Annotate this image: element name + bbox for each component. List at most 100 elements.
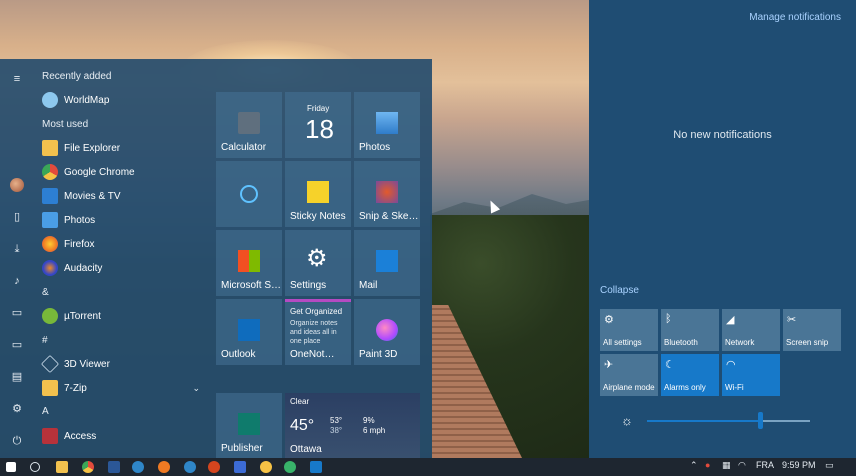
- tile-mail[interactable]: Mail: [354, 230, 420, 296]
- cortana-icon: [240, 185, 258, 203]
- tray-wifi-icon[interactable]: ◠: [738, 460, 746, 471]
- section-recently-added: Recently added: [42, 71, 112, 82]
- notification-center-icon[interactable]: ▭: [825, 460, 834, 471]
- firefox-taskbar-icon[interactable]: [158, 461, 170, 473]
- action-center-app-taskbar-icon[interactable]: [310, 461, 322, 473]
- word-taskbar-icon[interactable]: [108, 461, 120, 473]
- start-rail: ≡ ▯ ⤓ ♪ ▭ ▭ ▤ ⚙ ⏻: [0, 59, 34, 458]
- app-list: Recently added WorldMap Most used File E…: [34, 59, 210, 458]
- firefox-icon: [42, 236, 58, 252]
- user-avatar[interactable]: [10, 178, 24, 192]
- taskbar: ⌃ ● ▦ ◠ FRA 9:59 PM ▭: [0, 458, 856, 476]
- section-a[interactable]: A: [42, 406, 49, 417]
- chrome-icon: [42, 164, 58, 180]
- qa-label: Network: [725, 338, 755, 347]
- edge-dev-taskbar-icon[interactable]: [284, 461, 296, 473]
- qa-label: Bluetooth: [664, 338, 698, 347]
- tile-label: Calculator: [221, 142, 267, 153]
- search-icon[interactable]: [30, 462, 40, 472]
- clock[interactable]: 9:59 PM: [782, 460, 816, 470]
- tile-label: OneNot…: [290, 349, 335, 360]
- app-firefox[interactable]: Firefox: [42, 234, 95, 254]
- qa-label: Wi-Fi: [725, 383, 744, 392]
- tile-microsoft-store[interactable]: Microsoft S…: [216, 230, 282, 296]
- tile-onenote[interactable]: Get Organized Organize notes and ideas a…: [285, 299, 351, 365]
- videos-icon[interactable]: ▭: [9, 337, 25, 353]
- tray-app-icon[interactable]: ●: [705, 460, 710, 470]
- calendar-day: Friday: [307, 104, 330, 113]
- bluetooth-icon: ᛒ: [665, 313, 672, 325]
- qa-bluetooth[interactable]: ᛒ Bluetooth: [661, 309, 719, 351]
- snip-icon: ✂: [787, 314, 797, 326]
- tile-label: Paint 3D: [359, 349, 398, 360]
- power-icon[interactable]: ⏻: [9, 433, 25, 449]
- app-label: 3D Viewer: [64, 358, 110, 370]
- qa-label: Screen snip: [786, 338, 829, 347]
- canary-taskbar-icon[interactable]: [260, 461, 272, 473]
- tile-outlook[interactable]: Outlook: [216, 299, 282, 365]
- gear-icon: ⚙: [306, 245, 328, 272]
- app-utorrent[interactable]: µTorrent: [42, 306, 101, 326]
- weather-low: 38°: [330, 426, 343, 435]
- qa-all-settings[interactable]: ⚙ All settings: [600, 309, 658, 351]
- app-movies-tv[interactable]: Movies & TV: [42, 186, 121, 206]
- app-audacity[interactable]: Audacity: [42, 258, 102, 278]
- network-folder-icon[interactable]: ▤: [9, 369, 25, 385]
- music-icon[interactable]: ♪: [9, 273, 25, 289]
- hamburger-icon[interactable]: ≡: [9, 71, 25, 87]
- tile-settings[interactable]: ⚙ Settings: [285, 230, 351, 296]
- tile-photos[interactable]: Photos: [354, 92, 420, 158]
- app-worldmap[interactable]: WorldMap: [42, 90, 109, 110]
- brave-taskbar-icon[interactable]: [208, 461, 220, 473]
- audacity-icon: [42, 260, 58, 276]
- brightness-thumb[interactable]: [758, 412, 763, 429]
- chevron-down-icon[interactable]: ⌄: [192, 383, 200, 394]
- weather-city: Ottawa: [290, 444, 322, 455]
- downloads-icon[interactable]: ⤓: [9, 241, 25, 257]
- app-file-explorer[interactable]: File Explorer: [42, 138, 120, 158]
- settings-gear-icon[interactable]: ⚙: [9, 401, 25, 417]
- qa-airplane-mode[interactable]: ✈ Airplane mode: [600, 354, 658, 396]
- tile-paint-3d[interactable]: Paint 3D: [354, 299, 420, 365]
- tile-weather[interactable]: Clear 45° 53° 38° 9% 6 mph Ottawa: [285, 393, 420, 459]
- tile-label: Outlook: [221, 349, 256, 360]
- section-amp[interactable]: &: [42, 287, 49, 298]
- app-3d-viewer[interactable]: 3D Viewer: [40, 354, 110, 374]
- edge-taskbar-icon[interactable]: [132, 461, 144, 473]
- tile-calculator[interactable]: Calculator: [216, 92, 282, 158]
- collapse-link[interactable]: Collapse: [600, 285, 639, 296]
- section-hash[interactable]: #: [42, 335, 48, 346]
- manage-notifications-link[interactable]: Manage notifications: [749, 12, 841, 23]
- app-7zip[interactable]: 7-Zip: [42, 378, 202, 398]
- tile-calendar[interactable]: Friday 18: [285, 92, 351, 158]
- windows-start-icon[interactable]: [6, 462, 16, 472]
- documents-icon[interactable]: ▯: [9, 209, 25, 225]
- tray-network-icon[interactable]: ▦: [722, 460, 731, 471]
- section-most-used: Most used: [42, 119, 89, 130]
- tile-cortana[interactable]: [216, 161, 282, 227]
- qa-network[interactable]: ◢ Network: [722, 309, 780, 351]
- tile-sticky-notes[interactable]: Sticky Notes: [285, 161, 351, 227]
- tile-label: Settings: [290, 280, 327, 291]
- edge-beta-taskbar-icon[interactable]: [184, 461, 196, 473]
- app-photos[interactable]: Photos: [42, 210, 95, 230]
- tile-publisher[interactable]: Publisher: [216, 393, 282, 459]
- app-google-chrome[interactable]: Google Chrome: [42, 162, 135, 182]
- language-indicator[interactable]: FRA: [756, 460, 774, 470]
- app-access[interactable]: Access: [42, 426, 96, 446]
- chrome-taskbar-icon[interactable]: [82, 461, 94, 473]
- qa-screen-snip[interactable]: ✂ Screen snip: [783, 309, 841, 351]
- photos-icon: [376, 112, 398, 134]
- app-label: File Explorer: [64, 142, 121, 154]
- qa-wifi[interactable]: ◠ Wi-Fi: [722, 354, 780, 396]
- file-explorer-taskbar-icon[interactable]: [56, 461, 68, 473]
- action-center: Manage notifications No new notification…: [589, 0, 856, 458]
- network-icon: ◢: [726, 314, 735, 326]
- qa-alarms-only[interactable]: ☾ Alarms only: [661, 354, 719, 396]
- tile-snip-sketch[interactable]: Snip & Ske…: [354, 161, 420, 227]
- pictures-icon[interactable]: ▭: [9, 305, 25, 321]
- app-label: Photos: [64, 214, 96, 226]
- photos-icon: [42, 212, 58, 228]
- photo-app-taskbar-icon[interactable]: [234, 461, 246, 473]
- tray-chevron-up-icon[interactable]: ⌃: [690, 460, 698, 471]
